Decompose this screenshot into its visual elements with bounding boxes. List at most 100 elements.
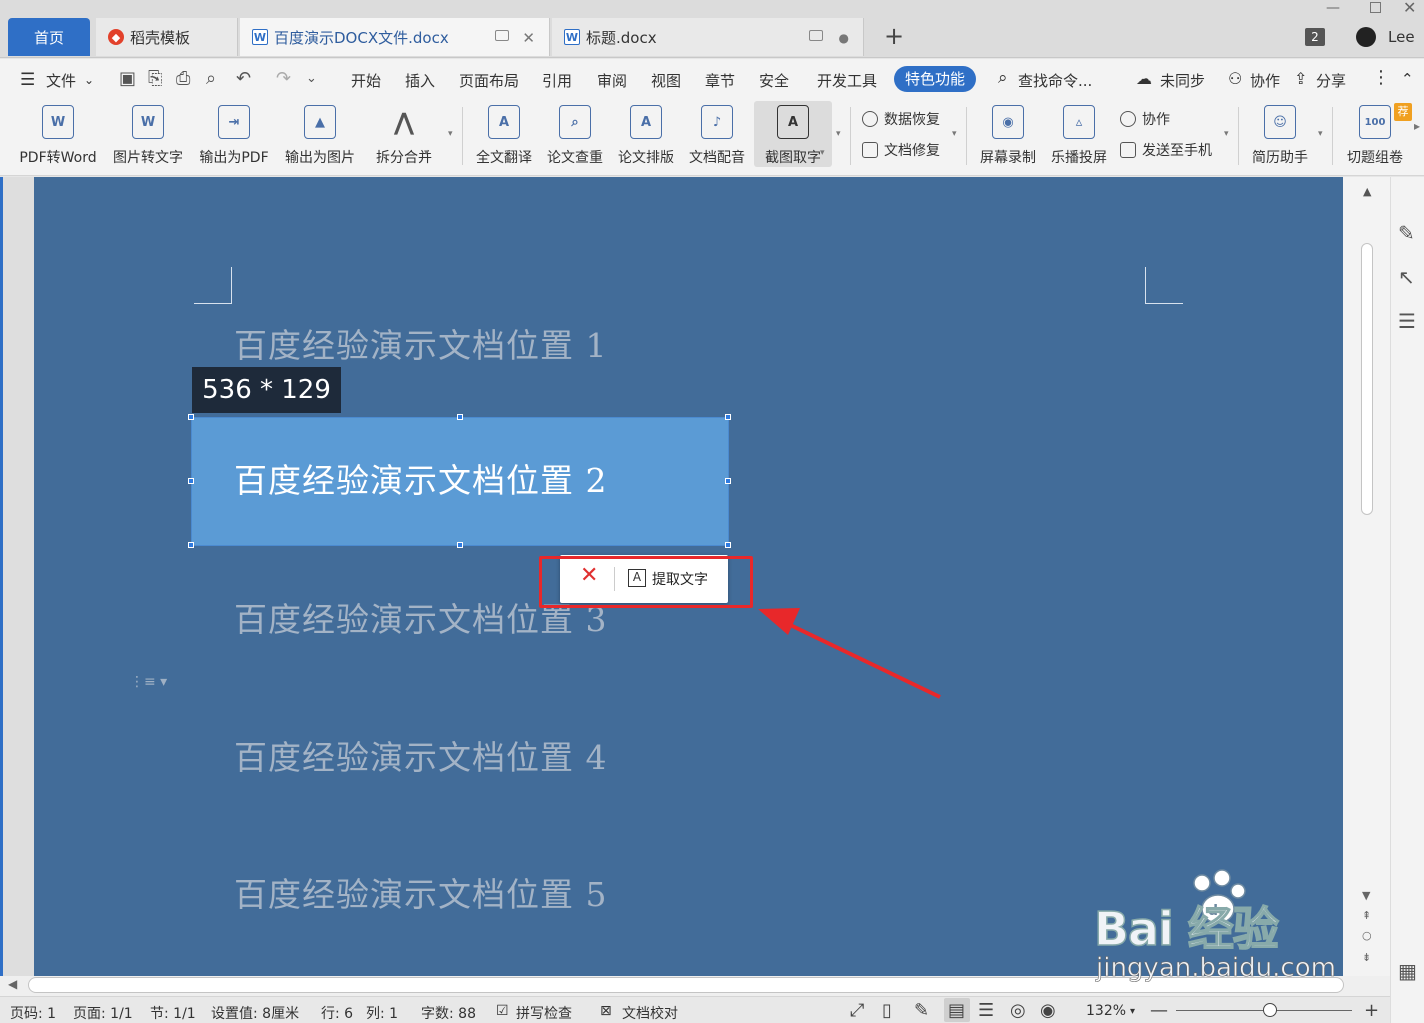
scroll-down-icon[interactable]: ▼ xyxy=(1362,889,1370,902)
paragraph-5[interactable]: 百度经验演示文档位置 5 xyxy=(234,868,608,916)
resize-handle[interactable] xyxy=(188,542,194,548)
tab-docer[interactable]: ◆ 稻壳模板 xyxy=(96,18,238,56)
zoom-out-icon[interactable]: — xyxy=(1150,1000,1168,1021)
spell-check-button[interactable]: 拼写检查 xyxy=(516,1003,572,1023)
doc-repair-button[interactable]: 文档修复 xyxy=(862,140,940,160)
resize-handle[interactable] xyxy=(457,414,463,420)
zoom-in-icon[interactable]: + xyxy=(1364,1000,1379,1021)
status-section[interactable]: 节: 1/1 xyxy=(150,1003,196,1023)
translate-button[interactable]: A 全文翻译 xyxy=(472,101,536,167)
scroll-right-icon[interactable]: ▸ xyxy=(1414,119,1420,133)
chevron-down-icon[interactable]: ▾ xyxy=(448,129,453,139)
menu-review[interactable]: 审阅 xyxy=(597,70,627,91)
next-page-icon[interactable]: ⇟ xyxy=(1362,951,1371,964)
settings-sliders-icon[interactable]: ☰ xyxy=(1398,309,1416,333)
apps-grid-icon[interactable]: ▦ xyxy=(1398,959,1417,983)
status-row[interactable]: 行: 6 xyxy=(321,1003,353,1023)
menu-view[interactable]: 视图 xyxy=(651,70,681,91)
collapse-ribbon-icon[interactable]: ⌃ xyxy=(1401,70,1414,88)
window-count-badge[interactable]: 2 xyxy=(1305,28,1325,46)
window-icon[interactable] xyxy=(495,30,509,41)
send-to-phone-button[interactable]: 发送至手机 xyxy=(1120,140,1212,160)
paper-layout-button[interactable]: A 论文排版 xyxy=(614,101,678,167)
chevron-down-icon[interactable]: ▾ xyxy=(1318,129,1323,139)
resize-handle[interactable] xyxy=(725,414,731,420)
write-mode-icon[interactable]: ✎ xyxy=(914,1000,929,1021)
paragraph-handle-icon[interactable]: ⋮≡ ▾ xyxy=(130,674,167,690)
status-col[interactable]: 列: 1 xyxy=(366,1003,398,1023)
save-icon[interactable]: ▣ xyxy=(119,68,136,89)
resize-handle[interactable] xyxy=(457,542,463,548)
menu-devtools[interactable]: 开发工具 xyxy=(817,70,877,91)
fullscreen-icon[interactable]: ⤢ xyxy=(850,1000,864,1021)
image-to-text-button[interactable]: W 图片转文字 xyxy=(108,101,188,167)
screen-record-button[interactable]: ◉ 屏幕录制 xyxy=(975,101,1041,167)
export-image-button[interactable]: ▲ 输出为图片 xyxy=(282,101,358,167)
menu-reference[interactable]: 引用 xyxy=(542,70,572,91)
menu-special-features[interactable]: 特色功能 xyxy=(894,66,976,92)
scroll-left-icon[interactable]: ◀ xyxy=(8,977,17,991)
chevron-down-icon[interactable]: ▾ xyxy=(820,148,825,158)
outline-view-icon[interactable]: ☰ xyxy=(978,1000,994,1021)
chevron-down-icon[interactable]: ▾ xyxy=(1224,129,1229,139)
resize-handle[interactable] xyxy=(725,478,731,484)
zoom-slider-knob[interactable] xyxy=(1263,1003,1277,1017)
scroll-up-icon[interactable]: ▲ xyxy=(1363,185,1371,198)
reading-mode-icon[interactable]: ▯ xyxy=(882,1000,892,1021)
resume-assistant-button[interactable]: ☺ 简历助手 xyxy=(1246,101,1314,167)
paragraph-4[interactable]: 百度经验演示文档位置 4 xyxy=(234,731,608,779)
resize-handle[interactable] xyxy=(188,478,194,484)
close-icon[interactable]: ✕ xyxy=(522,29,535,47)
menu-chapter[interactable]: 章节 xyxy=(705,70,735,91)
user-name[interactable]: Lee xyxy=(1388,28,1415,46)
zoom-level[interactable]: 132% xyxy=(1086,1003,1126,1019)
hamburger-icon[interactable]: ☰ xyxy=(20,70,35,90)
resize-handle[interactable] xyxy=(188,414,194,420)
format-painter-icon[interactable]: ⎘ xyxy=(148,68,162,89)
vertical-scrollbar[interactable]: ▲ ▼ ⇞ ○ ⇟ xyxy=(1343,177,1390,976)
eye-protection-icon[interactable]: ◉ xyxy=(1040,1000,1056,1021)
menu-collab[interactable]: 协作 xyxy=(1250,70,1280,91)
select-browse-icon[interactable]: ○ xyxy=(1362,929,1372,942)
command-search[interactable]: 查找命令... xyxy=(1018,70,1092,91)
new-tab-button[interactable]: + xyxy=(884,22,904,50)
menu-security[interactable]: 安全 xyxy=(759,70,789,91)
chevron-down-icon[interactable]: ▾ xyxy=(952,129,957,139)
cursor-icon[interactable]: ↖ xyxy=(1398,265,1415,289)
status-pages[interactable]: 页面: 1/1 xyxy=(73,1003,133,1023)
tab-doc-title[interactable]: W 标题.docx ● xyxy=(552,18,864,56)
window-icon[interactable] xyxy=(809,30,823,41)
chevron-down-icon[interactable]: ⌄ xyxy=(84,73,94,87)
chevron-down-icon[interactable]: ▾ xyxy=(836,129,841,139)
close-window-icon[interactable]: ✕ xyxy=(1403,0,1416,17)
menu-layout[interactable]: 页面布局 xyxy=(459,70,519,91)
zoom-dropdown-icon[interactable]: ▾ xyxy=(1130,1006,1135,1017)
paragraph-1[interactable]: 百度经验演示文档位置 1 xyxy=(234,319,608,367)
cast-screen-button[interactable]: ▵ 乐播投屏 xyxy=(1046,101,1112,167)
data-recovery-button[interactable]: 数据恢复 xyxy=(862,109,940,129)
redo-icon[interactable]: ↷ xyxy=(276,68,291,89)
maximize-icon[interactable] xyxy=(1370,2,1381,13)
doc-dubbing-button[interactable]: ♪ 文档配音 xyxy=(685,101,749,167)
status-word-count[interactable]: 字数: 88 xyxy=(421,1003,476,1023)
edit-pen-icon[interactable]: ✎ xyxy=(1398,221,1415,245)
more-icon[interactable]: ⋮ xyxy=(1372,67,1390,88)
print-preview-icon[interactable]: ⌕ xyxy=(206,68,216,89)
pdf-to-word-button[interactable]: W PDF转Word xyxy=(14,101,102,167)
plagiarism-check-button[interactable]: ⌕ 论文查重 xyxy=(543,101,607,167)
document-canvas[interactable]: 百度经验演示文档位置 1 百度经验演示文档位置 3 百度经验演示文档位置 4 百… xyxy=(34,177,1343,976)
menu-start[interactable]: 开始 xyxy=(351,70,381,91)
web-view-icon[interactable]: ◎ xyxy=(1010,1000,1026,1021)
menu-insert[interactable]: 插入 xyxy=(405,70,435,91)
minimize-icon[interactable]: — xyxy=(1326,0,1340,16)
menu-share[interactable]: 分享 xyxy=(1316,70,1346,91)
screenshot-selection[interactable]: 百度经验演示文档位置 2 xyxy=(188,414,731,548)
scrollbar-thumb[interactable] xyxy=(1361,243,1373,515)
customize-icon[interactable]: ⌄ xyxy=(306,71,317,86)
chevron-down-icon[interactable]: ▾ xyxy=(424,148,429,158)
menu-file[interactable]: 文件 xyxy=(46,70,76,91)
proofread-button[interactable]: 文档校对 xyxy=(622,1003,678,1023)
avatar[interactable] xyxy=(1356,27,1376,47)
tab-doc-baidu[interactable]: W 百度演示DOCX文件.docx ✕ xyxy=(240,18,550,56)
status-setting[interactable]: 设置值: 8厘米 xyxy=(211,1003,299,1023)
